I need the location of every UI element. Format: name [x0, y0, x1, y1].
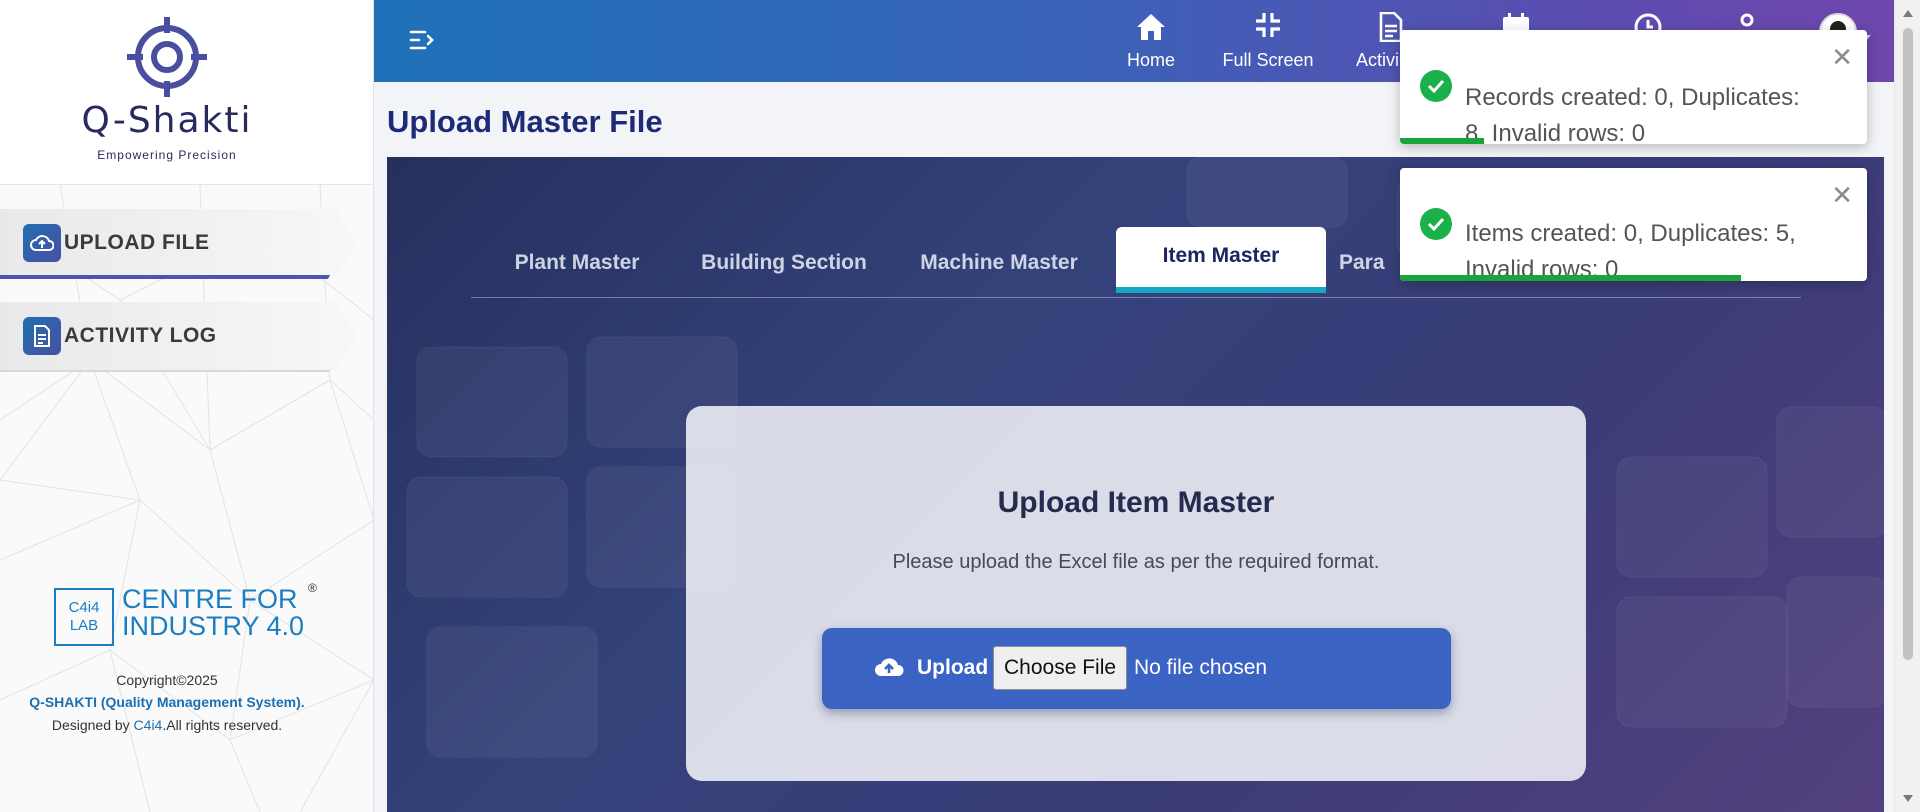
- close-icon[interactable]: ✕: [1831, 180, 1853, 211]
- close-icon[interactable]: ✕: [1831, 42, 1853, 73]
- partner-logo-name: CENTRE FOR INDUSTRY 4.0: [122, 586, 322, 640]
- tab-item-master[interactable]: Item Master: [1116, 227, 1326, 293]
- scroll-up-arrow[interactable]: [1903, 10, 1913, 17]
- partner-name-line1: CENTRE FOR: [122, 584, 298, 614]
- partner-box-line2: LAB: [69, 617, 99, 634]
- sidebar: Q-Shakti Empowering Precision UPLOAD FIL…: [0, 0, 374, 812]
- partner-box-line1: C4i4: [68, 599, 100, 616]
- cloud-upload-icon: [875, 658, 904, 676]
- target-logo-icon: [127, 17, 207, 97]
- sidebar-item-activity-log[interactable]: ACTIVITY LOG: [0, 302, 358, 372]
- page-title: Upload Master File: [387, 104, 663, 139]
- document-icon: [23, 317, 61, 355]
- copyright-text: Copyright©2025: [116, 672, 218, 688]
- sidebar-item-label: UPLOAD FILE: [64, 231, 210, 254]
- app-logo-text: Q-Shakti: [81, 100, 253, 141]
- full-screen-label: Full Screen: [1222, 50, 1314, 70]
- choose-file-button[interactable]: Choose File: [993, 646, 1128, 690]
- no-file-chosen-text: No file chosen: [1134, 656, 1268, 679]
- tab-parameter-master[interactable]: Para: [1339, 227, 1399, 297]
- logo-block: Q-Shakti Empowering Precision: [0, 0, 373, 185]
- toast-message: Items created: 0, Duplicates: 5, Invalid…: [1465, 220, 1796, 281]
- upload-card-subtitle: Please upload the Excel file as per the …: [892, 551, 1380, 573]
- system-name: Q-SHAKTI (Quality Management System).: [29, 694, 305, 710]
- scroll-down-arrow[interactable]: [1903, 795, 1913, 802]
- menu-toggle-icon[interactable]: [408, 27, 436, 53]
- partner-name-line2: INDUSTRY 4.0: [122, 611, 305, 641]
- tab-machine-master[interactable]: Machine Master: [905, 227, 1093, 297]
- scroll-thumb[interactable]: [1903, 28, 1913, 660]
- sidebar-item-upload-file[interactable]: UPLOAD FILE: [0, 209, 358, 279]
- designed-by-prefix: Designed by: [51, 717, 134, 733]
- success-check-icon: [1420, 208, 1452, 240]
- upload-label: Upload: [917, 656, 989, 679]
- home-label: Home: [1126, 50, 1175, 70]
- toast-records-created: Records created: 0, Duplicates: 8, Inval…: [1400, 30, 1867, 144]
- tab-plant-master[interactable]: Plant Master: [491, 227, 663, 297]
- home-button[interactable]: Home: [1122, 10, 1180, 72]
- upload-file-control[interactable]: Upload Choose File No file chosen: [822, 628, 1451, 709]
- toast-progress-bar: [1400, 138, 1485, 144]
- page-scrollbar[interactable]: [1894, 0, 1920, 812]
- toast-items-created: Items created: 0, Duplicates: 5, Invalid…: [1400, 168, 1867, 281]
- full-screen-button[interactable]: Full Screen: [1220, 10, 1316, 72]
- designed-by-link[interactable]: C4i4: [134, 717, 163, 733]
- tab-building-section[interactable]: Building Section: [683, 227, 885, 297]
- designed-by-text: Designed by C4i4.All rights reserved.: [0, 717, 334, 733]
- home-icon: [1137, 14, 1165, 40]
- sidebar-item-label: ACTIVITY LOG: [64, 324, 217, 347]
- upload-card-title: Upload Item Master: [997, 486, 1275, 519]
- partner-logo-box: C4i4 LAB: [54, 588, 114, 646]
- fullscreen-exit-icon: [1256, 13, 1280, 37]
- system-name-text: Q-SHAKTI (Quality Management System).: [0, 694, 334, 710]
- designed-by-suffix: .All rights reserved.: [162, 717, 283, 733]
- app-logo-tagline: Empowering Precision: [97, 148, 237, 162]
- success-check-icon: [1420, 70, 1452, 102]
- toast-message: Records created: 0, Duplicates: 8, Inval…: [1465, 84, 1800, 144]
- cloud-upload-icon: [23, 224, 61, 262]
- registered-mark: ®: [308, 581, 317, 595]
- upload-card: Upload Item Master Please upload the Exc…: [686, 406, 1586, 781]
- toast-progress-bar: [1400, 275, 1741, 281]
